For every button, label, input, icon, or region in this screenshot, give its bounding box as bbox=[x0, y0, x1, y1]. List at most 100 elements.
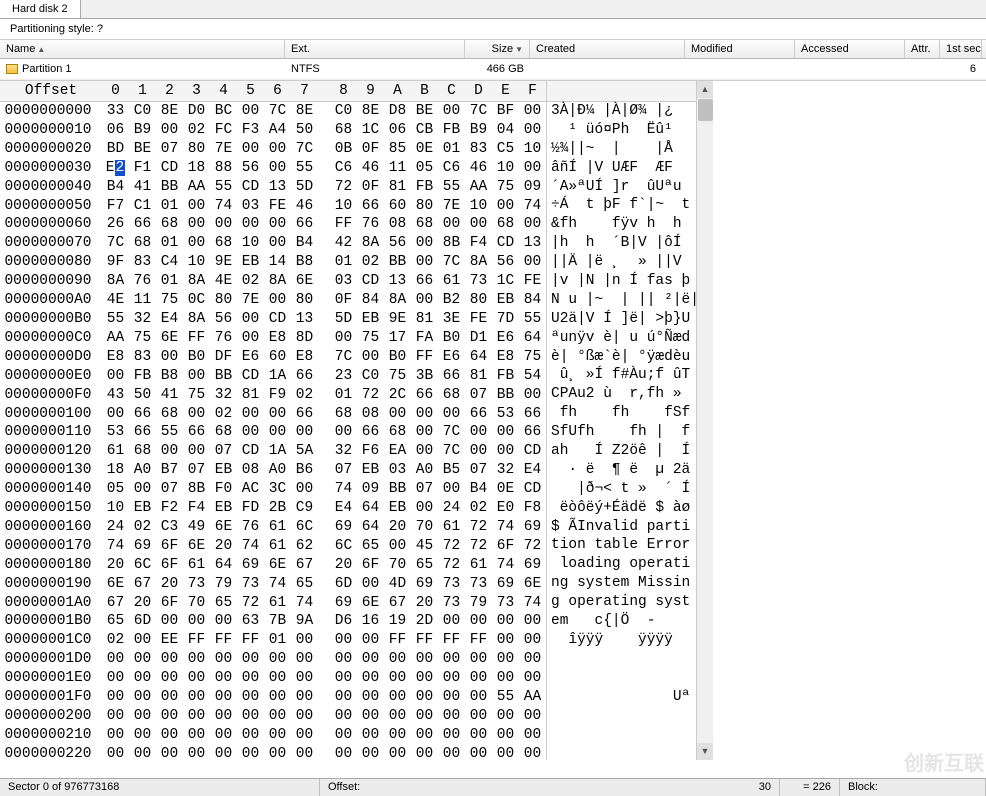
hex-byte[interactable]: 00 bbox=[210, 688, 237, 707]
hex-byte[interactable]: 00 bbox=[519, 159, 546, 178]
hex-byte[interactable]: 01 bbox=[438, 140, 465, 159]
hex-byte[interactable]: 1C bbox=[492, 272, 519, 291]
hex-byte[interactable]: 66 bbox=[411, 386, 438, 405]
hex-byte[interactable]: 54 bbox=[519, 367, 546, 386]
hex-byte[interactable]: 5D bbox=[291, 178, 318, 197]
hex-byte[interactable]: 00 bbox=[129, 726, 156, 745]
hex-byte[interactable]: 7E bbox=[438, 197, 465, 216]
hex-byte[interactable]: 00 bbox=[357, 707, 384, 726]
hex-byte[interactable]: 00 bbox=[156, 669, 183, 688]
hex-byte[interactable]: 1A bbox=[264, 367, 291, 386]
hex-byte[interactable]: 00 bbox=[183, 215, 210, 234]
hex-byte[interactable]: 84 bbox=[519, 291, 546, 310]
hex-row[interactable]: 00000000C0AA756EFF7600E88D007517FAB0D1E6… bbox=[0, 329, 546, 348]
hex-byte[interactable]: 00 bbox=[183, 688, 210, 707]
hex-byte[interactable]: D6 bbox=[330, 612, 357, 631]
hex-byte[interactable]: 7D bbox=[492, 310, 519, 329]
hex-byte[interactable]: 7C bbox=[264, 102, 291, 121]
hex-byte[interactable]: 79 bbox=[210, 575, 237, 594]
hex-row[interactable]: 00000000908A76018A4E028A6E03CD136661731C… bbox=[0, 272, 546, 291]
hex-byte[interactable]: 00 bbox=[237, 329, 264, 348]
hex-byte[interactable]: 61 bbox=[264, 594, 291, 613]
hex-byte[interactable]: 00 bbox=[465, 442, 492, 461]
ascii-line[interactable] bbox=[547, 650, 696, 669]
hex-byte[interactable]: 00 bbox=[237, 140, 264, 159]
hex-byte[interactable]: 6E bbox=[291, 272, 318, 291]
hex-byte[interactable]: 02 bbox=[357, 253, 384, 272]
hex-byte[interactable]: 00 bbox=[465, 688, 492, 707]
hex-byte[interactable]: 00 bbox=[102, 688, 129, 707]
hex-row[interactable]: 0000000040B441BBAA55CD135D720F81FB55AA75… bbox=[0, 178, 546, 197]
hex-byte[interactable]: 3C bbox=[264, 480, 291, 499]
hex-byte[interactable]: B0 bbox=[183, 348, 210, 367]
hex-byte[interactable]: FF bbox=[384, 631, 411, 650]
hex-byte[interactable]: 00 bbox=[210, 745, 237, 760]
hex-row[interactable]: 0000000210000000000000000000000000000000… bbox=[0, 726, 546, 745]
hex-byte[interactable]: 10 bbox=[492, 159, 519, 178]
hex-row[interactable]: 0000000200000000000000000000000000000000… bbox=[0, 707, 546, 726]
hex-byte[interactable]: 66 bbox=[438, 367, 465, 386]
hex-byte[interactable]: 00 bbox=[438, 726, 465, 745]
hex-byte[interactable]: FE bbox=[465, 310, 492, 329]
hex-byte[interactable]: 00 bbox=[210, 650, 237, 669]
hex-byte[interactable]: 00 bbox=[264, 423, 291, 442]
hex-byte[interactable]: E8 bbox=[264, 329, 291, 348]
hex-byte[interactable]: 00 bbox=[411, 745, 438, 760]
hex-byte[interactable]: 00 bbox=[519, 707, 546, 726]
hex-byte[interactable]: FE bbox=[264, 197, 291, 216]
hex-byte[interactable]: 69 bbox=[519, 556, 546, 575]
hex-byte[interactable]: C4 bbox=[156, 253, 183, 272]
col-accessed[interactable]: Accessed bbox=[795, 40, 905, 58]
ascii-line[interactable]: $ ÃInvalid parti bbox=[547, 518, 696, 537]
hex-byte[interactable]: 66 bbox=[357, 197, 384, 216]
hex-byte[interactable]: 07 bbox=[411, 480, 438, 499]
hex-byte[interactable]: 00 bbox=[183, 650, 210, 669]
ascii-line[interactable]: ªunÿv è| u ú°Ñæd bbox=[547, 329, 696, 348]
hex-byte[interactable]: 8A bbox=[102, 272, 129, 291]
hex-byte[interactable]: 55 bbox=[291, 159, 318, 178]
hex-byte[interactable]: FF bbox=[465, 631, 492, 650]
hex-byte[interactable]: 02 bbox=[237, 272, 264, 291]
hex-byte[interactable]: 01 bbox=[330, 386, 357, 405]
hex-byte[interactable]: FB bbox=[129, 367, 156, 386]
hex-vertical-scrollbar[interactable]: ▲ ▼ bbox=[696, 81, 713, 760]
hex-byte[interactable]: 00 bbox=[411, 688, 438, 707]
hex-byte[interactable]: 8E bbox=[357, 102, 384, 121]
hex-byte[interactable]: 53 bbox=[102, 423, 129, 442]
hex-byte[interactable]: 14 bbox=[264, 253, 291, 272]
hex-byte[interactable]: E6 bbox=[492, 329, 519, 348]
hex-byte[interactable]: 18 bbox=[102, 461, 129, 480]
hex-byte[interactable]: 7C bbox=[438, 253, 465, 272]
hex-byte[interactable]: 00 bbox=[438, 745, 465, 760]
hex-byte[interactable]: 8A bbox=[465, 253, 492, 272]
hex-byte[interactable]: FA bbox=[411, 329, 438, 348]
hex-byte[interactable]: 00 bbox=[438, 405, 465, 424]
hex-byte[interactable]: 00 bbox=[465, 215, 492, 234]
hex-byte[interactable]: 07 bbox=[156, 480, 183, 499]
hex-byte[interactable]: 56 bbox=[384, 234, 411, 253]
hex-byte[interactable]: 83 bbox=[465, 140, 492, 159]
hex-byte[interactable]: EB bbox=[129, 499, 156, 518]
hex-byte[interactable]: BC bbox=[210, 102, 237, 121]
hex-byte[interactable]: 13 bbox=[384, 272, 411, 291]
hex-byte[interactable]: 66 bbox=[291, 405, 318, 424]
hex-byte[interactable]: 00 bbox=[156, 726, 183, 745]
hex-byte[interactable]: 67 bbox=[102, 594, 129, 613]
col-name[interactable]: Name▲ bbox=[0, 40, 285, 58]
hex-byte[interactable]: 72 bbox=[438, 537, 465, 556]
hex-byte[interactable]: 7C bbox=[291, 140, 318, 159]
hex-byte[interactable]: 00 bbox=[330, 423, 357, 442]
hex-byte[interactable]: 66 bbox=[291, 367, 318, 386]
hex-byte[interactable]: 65 bbox=[357, 537, 384, 556]
hex-byte[interactable]: 00 bbox=[102, 669, 129, 688]
hex-byte[interactable]: 00 bbox=[519, 612, 546, 631]
hex-byte[interactable]: 00 bbox=[210, 726, 237, 745]
hex-byte[interactable]: 8B bbox=[183, 480, 210, 499]
hex-byte[interactable]: 3E bbox=[438, 310, 465, 329]
hex-byte[interactable]: 74 bbox=[264, 575, 291, 594]
hex-byte[interactable]: 55 bbox=[102, 310, 129, 329]
ascii-line[interactable]: CPAu2 ù r,fh » bbox=[547, 385, 696, 404]
hex-byte[interactable]: 00 bbox=[519, 650, 546, 669]
hex-byte[interactable]: 00 bbox=[384, 405, 411, 424]
hex-byte[interactable]: E4 bbox=[330, 499, 357, 518]
